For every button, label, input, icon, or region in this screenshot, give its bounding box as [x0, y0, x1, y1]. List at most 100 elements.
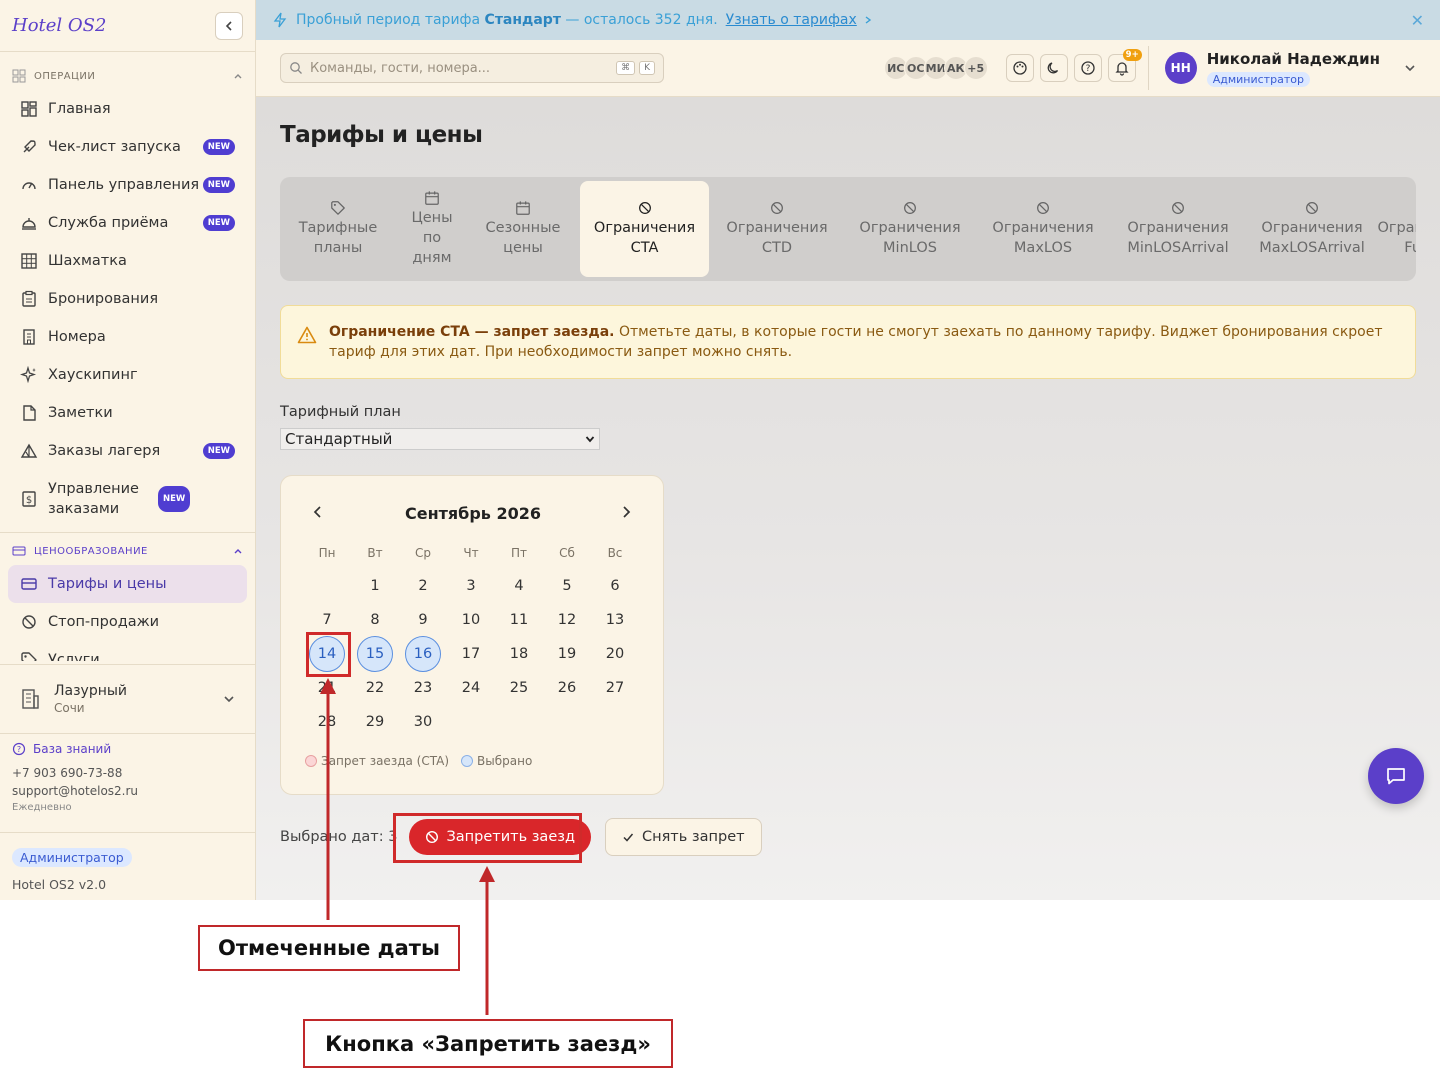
calendar-day[interactable]: 22 — [357, 670, 393, 706]
calendar-day[interactable]: 1 — [357, 568, 393, 604]
calendar-day-selected[interactable]: 16 — [405, 636, 441, 672]
sidebar-item[interactable]: $ Управление заказами NEW — [0, 470, 247, 528]
rates-tab[interactable]: Ограничения MaxLOSArrival — [1252, 181, 1372, 277]
calendar-day[interactable]: 27 — [597, 670, 633, 706]
calendar-day[interactable]: 13 — [597, 602, 633, 638]
calendar-day[interactable]: 24 — [453, 670, 489, 706]
theme-palette-button[interactable] — [1005, 54, 1034, 82]
calendar-day[interactable]: 6 — [597, 568, 633, 604]
hotel-info: Лазурный Сочи — [54, 683, 127, 715]
sidebar-item-pricing[interactable]: Услуги — [0, 641, 247, 661]
sidebar-item[interactable]: Бронирования — [0, 280, 247, 318]
command-search[interactable]: Команды, гости, номера... ⌘ K — [280, 53, 664, 83]
calendar-day[interactable]: 18 — [501, 636, 537, 672]
sidebar-item-pricing[interactable]: Тарифы и цены — [8, 565, 247, 603]
calendar-day[interactable]: 29 — [357, 704, 393, 740]
sidebar-item[interactable]: Хаускипинг — [0, 356, 247, 394]
calendar-day[interactable]: 5 — [549, 568, 585, 604]
support-phone[interactable]: +7 903 690-73-88 — [12, 766, 242, 780]
rate-plan-value: Стандартный — [285, 430, 393, 448]
calendar-day[interactable]: 30 — [405, 704, 441, 740]
calendar-day[interactable]: 8 — [357, 602, 393, 638]
rate-plan-select[interactable]: Стандартный — [280, 428, 600, 450]
rates-tab-label: Тарифные планы — [298, 220, 378, 256]
section-operations[interactable]: ОПЕРАЦИИ — [0, 62, 255, 90]
support-email[interactable]: support@hotelos2.ru — [12, 784, 242, 798]
calendar-day[interactable]: 23 — [405, 670, 441, 706]
help-button[interactable]: ? — [1073, 54, 1102, 82]
calendar-day[interactable]: 2 — [405, 568, 441, 604]
calendar-day-selected[interactable]: 15 — [357, 636, 393, 672]
calendar-day[interactable]: 26 — [549, 670, 585, 706]
highlight-selected-dates — [306, 632, 351, 677]
sidebar-item-label: Тарифы и цены — [48, 576, 167, 592]
rates-tab[interactable]: Ограничения MinLOS — [852, 181, 968, 277]
chevron-up-icon — [234, 549, 242, 554]
calendar-day[interactable]: 25 — [501, 670, 537, 706]
close-banner-icon[interactable]: ✕ — [1411, 11, 1424, 30]
section-pricing[interactable]: ЦЕНООБРАЗОВАНИЕ — [0, 537, 255, 565]
more-users[interactable]: +5 — [963, 56, 988, 80]
user-avatar-main: НН — [1164, 52, 1197, 84]
rates-tab[interactable]: Цены по дням — [398, 181, 466, 277]
sidebar-item-label: Панель управления — [48, 177, 200, 193]
next-month-button[interactable] — [619, 504, 633, 523]
sidebar-item-label: Стоп-продажи — [48, 614, 160, 630]
calendar-day[interactable]: 19 — [549, 636, 585, 672]
notifications-button[interactable]: 9+ — [1107, 49, 1142, 82]
sidebar-item[interactable]: Шахматка — [0, 242, 247, 280]
gauge-icon — [22, 182, 36, 190]
alert-title: Ограничение CTA — запрет заезда. — [329, 324, 615, 340]
tag-icon — [331, 201, 345, 215]
calendar-day[interactable]: 12 — [549, 602, 585, 638]
sidebar-item[interactable]: Панель управления NEW — [0, 166, 247, 204]
collapse-sidebar-button[interactable] — [215, 11, 243, 40]
calendar-day[interactable]: 3 — [453, 568, 489, 604]
rate-plan-label: Тарифный план — [280, 404, 401, 420]
dark-mode-button[interactable] — [1039, 54, 1068, 82]
rates-tab[interactable]: Сезонные цены — [476, 181, 570, 277]
lift-ban-button[interactable]: Снять запрет — [604, 818, 762, 856]
calendar-day[interactable]: 20 — [597, 636, 633, 672]
sidebar-item[interactable]: Служба приёма NEW — [0, 204, 247, 242]
rates-tab[interactable]: Ограничения FullPat — [1377, 181, 1416, 277]
role-badge: Администратор — [12, 848, 132, 867]
highlight-ban-button — [393, 813, 582, 863]
hotel-switcher[interactable]: Лазурный Сочи — [0, 664, 255, 734]
calendar-day[interactable]: 28 — [309, 704, 345, 740]
callout-dates: Отмеченные даты — [198, 925, 460, 971]
svg-text:?: ? — [17, 745, 21, 754]
calendar-day[interactable]: 9 — [405, 602, 441, 638]
main-content: Пробный период тарифа Стандарт — осталос… — [256, 0, 1440, 900]
user-menu[interactable]: НН Николай Надеждин Администратор — [1147, 46, 1416, 90]
svg-text:$: $ — [26, 495, 32, 506]
calendar-day[interactable]: 4 — [501, 568, 537, 604]
pricing-info-link[interactable]: Узнать о тарифах — [726, 12, 857, 28]
sidebar-item[interactable]: Чек-лист запуска NEW — [0, 128, 247, 166]
sidebar-item[interactable]: Номера — [0, 318, 247, 356]
sidebar-item[interactable]: Заказы лагеря NEW — [0, 432, 247, 470]
calendar-day[interactable]: 11 — [501, 602, 537, 638]
sidebar-item-pricing[interactable]: Стоп-продажи — [0, 603, 247, 641]
rates-tab-label: Ограничения CTA — [593, 220, 696, 256]
sidebar-item[interactable]: Главная — [0, 90, 247, 128]
rates-tab[interactable]: Ограничения MinLOSArrival — [1118, 181, 1238, 277]
rates-tab[interactable]: Тарифные планы — [288, 181, 388, 277]
weekday-label: Пт — [510, 546, 527, 560]
rates-tab-label: Ограничения MinLOS — [859, 220, 961, 256]
knowledge-base-link[interactable]: ? База знаний — [12, 742, 242, 756]
chat-button[interactable] — [1368, 748, 1424, 804]
section-operations-label: ОПЕРАЦИИ — [34, 70, 96, 82]
rates-tab[interactable]: Ограничения CTD — [719, 181, 835, 277]
calendar-day[interactable]: 10 — [453, 602, 489, 638]
sidebar-item[interactable]: Заметки — [0, 394, 247, 432]
rates-tabs: Тарифные планы Цены по дням Сезонные цены О… — [280, 177, 1416, 281]
lightning-icon — [273, 12, 287, 28]
rates-tab-label: Цены по дням — [411, 210, 453, 266]
calendar-day[interactable]: 17 — [453, 636, 489, 672]
rates-tab-label: Ограничения MinLOSArrival — [1127, 220, 1229, 256]
ban-icon — [904, 202, 916, 214]
rates-tab[interactable]: Ограничения MaxLOS — [985, 181, 1101, 277]
online-users[interactable]: ИС ОС МИ АК +5 — [883, 56, 988, 80]
rates-tab[interactable]: Ограничения CTA — [580, 181, 709, 277]
